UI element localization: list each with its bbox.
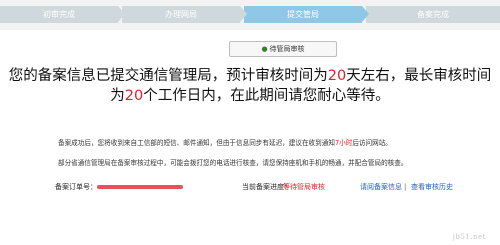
step-label: 备案完成: [417, 10, 449, 19]
watermark: jb51.net: [452, 233, 486, 241]
step-submit-bureau: 提交管局: [244, 6, 369, 23]
notice-line: 备案成功后，您将收到来自工信部的短信、邮件通知，但由于信息同步有延迟，建议在收到…: [58, 139, 392, 148]
progress-status: 等待管局审核: [283, 183, 325, 191]
order-number-label: 备案订单号：: [55, 183, 97, 191]
status-headline: 您的备案信息已提交通信管理局，预计审核时间为20天左右，最长审核时间为20个工作…: [8, 66, 492, 106]
headline-text: 您的备案信息已提交通信管理局，预计审核时间为: [8, 68, 328, 84]
step-arrow: [362, 6, 369, 22]
wait-hours: 7小时: [334, 139, 353, 147]
headline-text: 个工作日内，在此期间请您耐心等待。: [143, 88, 390, 104]
step-label: 提交管局: [287, 10, 319, 19]
notice-text: 后访问网站。: [352, 139, 392, 147]
step-complete: 备案完成: [366, 6, 500, 23]
review-days: 20: [327, 68, 347, 84]
order-status-row: 备案订单号： 当前备案进度： 等待管局审核 请阅备案信息 | 查看审核历史: [0, 181, 500, 193]
step-label: 办理网局: [165, 10, 197, 19]
step-arrow: [118, 6, 125, 22]
notice-line: 部分省通信管理局在备案审核过程中，可能会拨打您的电话进行核查，请您保持座机和手机…: [58, 159, 408, 167]
notice-text: 备案成功后，您将收到来自工信部的短信、邮件通知，但由于信息同步有延迟，建议在收到…: [58, 139, 335, 147]
step-processing: 办理网局: [122, 6, 247, 23]
clock-icon: ●: [261, 45, 268, 53]
step-label: 初审完成: [43, 10, 75, 19]
step-initial-review: 初审完成: [0, 6, 125, 23]
view-filing-info-link[interactable]: 请阅备案信息: [360, 181, 402, 193]
view-review-history-link[interactable]: 查看审核历史: [411, 181, 453, 193]
order-number-redacted: [97, 185, 183, 189]
progress-steps: 初审完成 办理网局 提交管局 备案完成: [0, 0, 500, 30]
max-review-days: 20: [124, 88, 144, 104]
step-arrow: [240, 6, 247, 22]
link-separator: |: [404, 183, 407, 191]
pending-review-badge: ● 待管局审核: [229, 41, 337, 57]
pending-label: 待管局审核: [269, 45, 305, 53]
